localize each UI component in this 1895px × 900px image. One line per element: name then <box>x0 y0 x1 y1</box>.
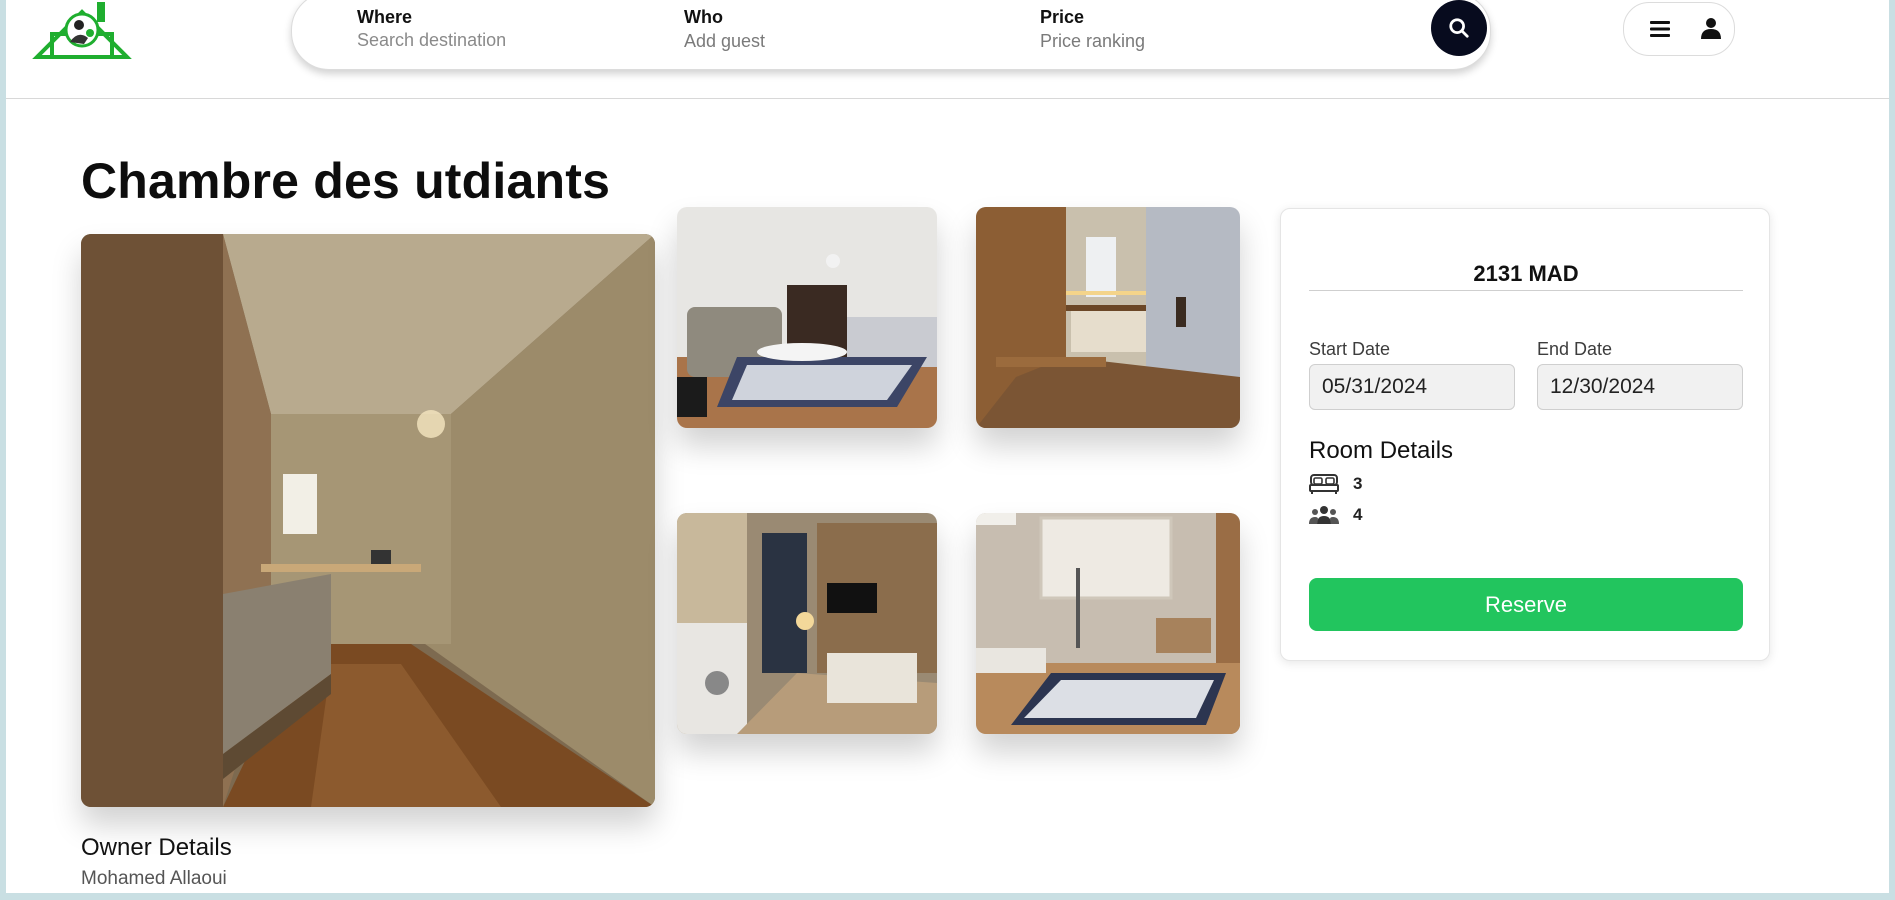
bed-icon <box>1309 474 1339 494</box>
where-field[interactable]: Where <box>357 7 577 51</box>
search-icon <box>1449 18 1469 38</box>
listing-title: Chambre des utdiants <box>81 153 611 209</box>
owner-details-heading: Owner Details <box>81 834 232 861</box>
where-label: Where <box>357 7 413 27</box>
guests-row: 4 <box>1309 505 1362 525</box>
gallery-photo-3[interactable] <box>677 513 937 734</box>
beds-row: 3 <box>1309 473 1362 495</box>
user-icon <box>1701 18 1721 39</box>
price-field[interactable]: Price Price ranking <box>1040 7 1145 52</box>
search-button[interactable] <box>1431 0 1487 56</box>
gallery-photo-2[interactable] <box>976 207 1240 428</box>
room-details-title: Room Details <box>1309 437 1454 464</box>
end-date-label: End Date <box>1537 339 1613 359</box>
guests-count: 4 <box>1353 505 1363 524</box>
owner-name: Mohamed Allaoui <box>81 868 227 889</box>
top-header: Where Who Add guest Price Price ranking <box>6 0 1895 99</box>
start-date-input[interactable] <box>1309 364 1515 410</box>
end-date-group: End Date <box>1537 339 1743 410</box>
hamburger-menu-icon <box>1650 21 1670 37</box>
search-bar: Where Who Add guest Price Price ranking <box>291 0 1491 70</box>
who-field[interactable]: Who Add guest <box>684 7 765 52</box>
booking-card: 2131 MAD Start Date End Date Room Detail… <box>1280 208 1770 661</box>
end-date-input[interactable] <box>1537 364 1743 410</box>
destination-input[interactable] <box>357 30 577 51</box>
main-photo[interactable] <box>81 234 655 807</box>
user-menu-button[interactable] <box>1623 2 1735 56</box>
start-date-group: Start Date <box>1309 339 1515 410</box>
who-label: Who <box>684 7 723 27</box>
gallery-photo-4[interactable] <box>976 513 1240 734</box>
reserve-button[interactable]: Reserve <box>1309 578 1743 631</box>
users-icon <box>1309 506 1339 524</box>
house-logo-icon[interactable] <box>32 0 132 60</box>
start-date-label: Start Date <box>1309 339 1391 359</box>
gallery-photo-1[interactable] <box>677 207 937 428</box>
price-ranking-value: Price ranking <box>1040 31 1146 51</box>
page: Where Who Add guest Price Price ranking <box>6 0 1895 893</box>
add-guest-value: Add guest <box>684 31 766 51</box>
window-edge <box>1889 0 1895 900</box>
price-display: 2131 MAD <box>1309 261 1743 291</box>
beds-count: 3 <box>1353 474 1363 493</box>
price-label: Price <box>1040 7 1085 27</box>
